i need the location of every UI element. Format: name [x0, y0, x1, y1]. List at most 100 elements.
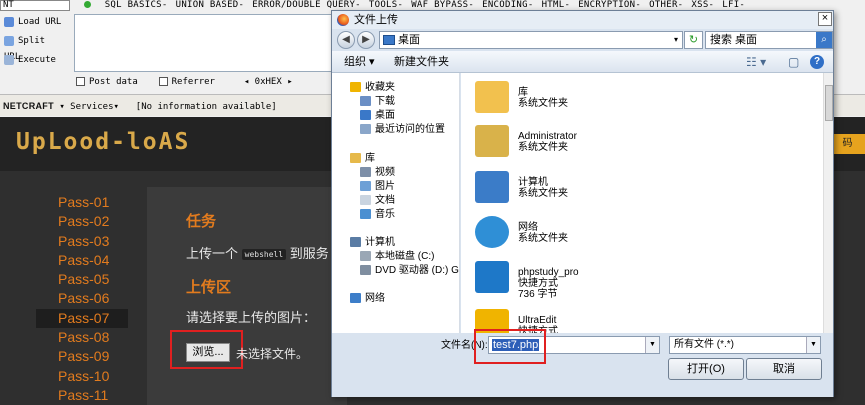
hackbar-select[interactable]: NT: [0, 0, 70, 11]
tree-item[interactable]: 下载: [360, 95, 395, 109]
pass-link[interactable]: Pass-09: [36, 347, 128, 366]
pass-link[interactable]: Pass-04: [36, 251, 128, 270]
hackbar-menu-item[interactable]: LFI-: [722, 0, 745, 10]
organize-menu[interactable]: 组织 ▾: [344, 51, 375, 73]
load-url-icon: [4, 16, 14, 27]
split-url-button[interactable]: Split URL: [0, 33, 66, 62]
user-folder-icon: [475, 125, 509, 157]
file-item[interactable]: Administrator 系统文件夹: [475, 125, 815, 163]
file-item[interactable]: 网络 系统文件夹: [475, 216, 815, 254]
post-data-label: Post data: [89, 77, 138, 87]
content-panel: [147, 187, 347, 405]
hex-label: 0xHEX: [254, 77, 282, 87]
hackbar-url-textarea[interactable]: [74, 14, 340, 72]
upload-instruction: 请选择要上传的图片：: [186, 310, 317, 325]
netcraft-dropdown-icon[interactable]: ▾: [59, 102, 70, 112]
view-options-icon[interactable]: ☷ ▾: [746, 51, 766, 73]
execute-button[interactable]: Execute: [0, 52, 66, 68]
network-globe-icon: [475, 216, 509, 248]
tree-item[interactable]: 文档: [360, 194, 395, 208]
hackbar-menu-item[interactable]: SQL BASICS-: [105, 0, 168, 10]
search-icon[interactable]: ⌕: [816, 32, 832, 48]
music-icon: [360, 209, 371, 220]
tree-item[interactable]: 音乐: [360, 208, 395, 222]
file-item[interactable]: phpstudy_pro 快捷方式 736 字节: [475, 261, 815, 300]
tree-item[interactable]: 图片: [360, 180, 395, 194]
download-folder-icon: [360, 96, 371, 107]
tree-item-label: 下载: [375, 96, 395, 107]
tree-item-label: 桌面: [375, 110, 395, 121]
hackbar-menu-item[interactable]: OTHER-: [649, 0, 683, 10]
pass-link[interactable]: Pass-11: [36, 386, 128, 405]
file-type: 快捷方式: [518, 278, 558, 289]
tree-item[interactable]: 最近访问的位置: [360, 123, 445, 137]
hackbar-menu-item[interactable]: WAF BYPASS-: [411, 0, 474, 10]
pass-link[interactable]: Pass-06: [36, 289, 128, 308]
hex-decrease-arrow-icon[interactable]: ◂: [244, 77, 249, 87]
netcraft-logo[interactable]: NETCRAFT: [3, 95, 54, 117]
refresh-icon[interactable]: ↻: [684, 31, 703, 49]
hackbar-menu-item[interactable]: ENCODING-: [482, 0, 533, 10]
filename-highlight-box: [474, 329, 546, 364]
disk-icon: [360, 251, 371, 262]
filetype-select[interactable]: 所有文件 (*.*) ▼: [669, 336, 821, 354]
hackbar-menu-item[interactable]: ERROR/DOUBLE QUERY-: [252, 0, 361, 10]
hackbar-menu-item[interactable]: XSS-: [691, 0, 714, 10]
tree-item[interactable]: 网络: [350, 292, 385, 306]
dialog-close-button[interactable]: ×: [818, 12, 832, 26]
file-list-scrollbar[interactable]: [823, 73, 833, 333]
pass-link[interactable]: Pass-02: [36, 212, 128, 231]
library-icon: [350, 153, 361, 164]
header-right-button[interactable]: 码: [830, 134, 865, 154]
folder-tree: 收藏夹 下载桌面最近访问的位置库视频 图片 文档 音乐计算机 本地磁盘 (C:) DVD 驱…: [332, 73, 460, 333]
tree-item[interactable]: 桌面: [360, 109, 395, 123]
filename-dropdown-icon[interactable]: ▼: [645, 337, 659, 353]
tree-item[interactable]: 视频: [360, 166, 395, 180]
dialog-title-bar: 文件上传: [332, 11, 833, 29]
desktop-icon: [360, 110, 371, 121]
help-icon[interactable]: ?: [810, 55, 824, 69]
tree-item[interactable]: 本地磁盘 (C:): [360, 250, 434, 264]
referrer-checkbox[interactable]: [158, 77, 168, 86]
new-folder-button[interactable]: 新建文件夹: [394, 51, 449, 73]
back-arrow-icon[interactable]: ◀: [337, 31, 355, 49]
documents-icon: [360, 195, 371, 206]
network-icon: [350, 293, 361, 304]
pass-link[interactable]: Pass-01: [36, 193, 128, 212]
services-menu[interactable]: Services: [70, 102, 113, 112]
preview-pane-icon[interactable]: ▢: [788, 51, 799, 73]
hackbar-menu-item[interactable]: TOOLS-: [369, 0, 403, 10]
pass-link[interactable]: Pass-10: [36, 367, 128, 386]
tree-item[interactable]: 收藏夹: [350, 81, 395, 95]
tree-item[interactable]: 库: [350, 152, 375, 166]
scrollbar-thumb[interactable]: [825, 85, 833, 121]
tree-item[interactable]: 计算机: [350, 236, 395, 250]
load-url-button[interactable]: Load URL: [0, 14, 66, 30]
tree-item-label: 网络: [365, 293, 385, 304]
tree-item[interactable]: DVD 驱动器 (D:) GF: [360, 264, 459, 278]
file-item[interactable]: 计算机 系统文件夹: [475, 171, 815, 209]
firefox-icon: [337, 14, 349, 26]
hackbar-menu-item[interactable]: UNION BASED-: [176, 0, 245, 10]
post-data-checkbox[interactable]: [76, 77, 85, 86]
split-url-icon: [4, 35, 14, 46]
tree-item-label: 音乐: [375, 209, 395, 220]
open-button[interactable]: 打开(O): [668, 358, 744, 380]
search-placeholder: 搜索 桌面: [710, 34, 758, 46]
search-input[interactable]: 搜索 桌面 ⌕: [705, 31, 833, 49]
pass-link[interactable]: Pass-07: [36, 309, 128, 328]
hackbar-menu-item[interactable]: ENCRYPTION-: [578, 0, 641, 10]
hex-increase-arrow-icon[interactable]: ▸: [287, 77, 292, 87]
filetype-dropdown-icon[interactable]: ▼: [806, 337, 820, 353]
file-name: 计算机: [518, 177, 548, 188]
pass-link[interactable]: Pass-05: [36, 270, 128, 289]
file-item[interactable]: 库系统文件夹: [475, 81, 815, 119]
address-bar[interactable]: 桌面 ▾: [379, 31, 683, 49]
hackbar-menu-item[interactable]: HTML-: [542, 0, 571, 10]
file-size: 736 字节: [518, 289, 558, 300]
pass-link[interactable]: Pass-03: [36, 232, 128, 251]
forward-arrow-icon[interactable]: ▶: [357, 31, 375, 49]
pass-link[interactable]: Pass-08: [36, 328, 128, 347]
address-dropdown-icon[interactable]: ▾: [674, 32, 678, 48]
cancel-button[interactable]: 取消: [746, 358, 822, 380]
